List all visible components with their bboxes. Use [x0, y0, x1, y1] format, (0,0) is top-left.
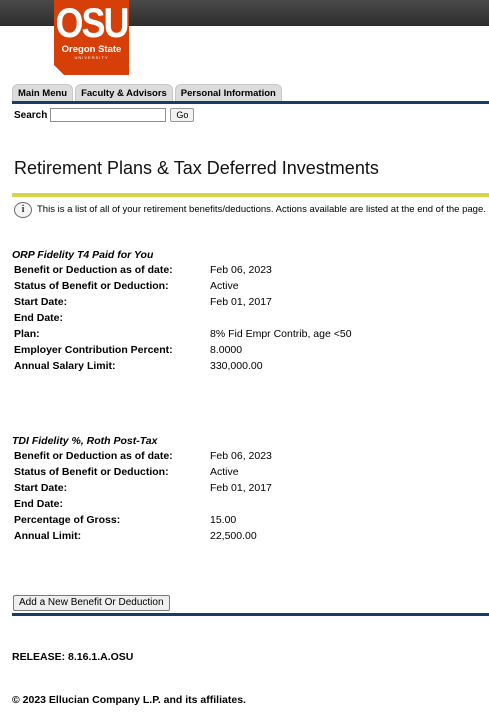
nav-divider	[12, 101, 489, 104]
field-label: End Date:	[14, 312, 64, 324]
plan-title: ORP Fidelity T4 Paid for You	[12, 249, 154, 261]
tab-personal-information[interactable]: Personal Information	[174, 84, 282, 102]
plan-title: TDI Fidelity %, Roth Post-Tax	[12, 435, 158, 447]
search-input[interactable]	[50, 108, 167, 122]
plan-row: Percentage of Gross: 15.00	[12, 513, 236, 529]
field-label: End Date:	[14, 498, 64, 510]
field-label: Benefit or Deduction as of date:	[14, 450, 173, 462]
logo-mark: OSU	[55, 0, 129, 47]
field-value: 15.00	[210, 514, 237, 526]
add-benefit-button[interactable]: Add a New Benefit Or Deduction	[13, 595, 170, 611]
go-button[interactable]: Go	[170, 108, 195, 122]
footer-divider	[12, 613, 489, 616]
plan-row: Employer Contribution Percent: 8.0000	[12, 343, 242, 359]
field-value: 330,000.00	[210, 360, 263, 372]
field-label: Start Date:	[14, 296, 68, 308]
field-label: Employer Contribution Percent:	[14, 344, 173, 356]
page-title: Retirement Plans & Tax Deferred Investme…	[14, 158, 379, 178]
field-value: 22,500.00	[210, 530, 257, 542]
release-text: RELEASE: 8.16.1.A.OSU	[12, 651, 134, 663]
field-label: Benefit or Deduction as of date:	[14, 264, 173, 276]
field-value: Feb 06, 2023	[210, 450, 272, 462]
plan-row: Benefit or Deduction as of date: Feb 06, …	[12, 263, 272, 279]
plan-row: End Date:	[12, 311, 153, 327]
logo-name: Oregon State	[61, 44, 122, 55]
field-label: Start Date:	[14, 482, 68, 494]
field-value: Feb 01, 2017	[210, 296, 272, 308]
logo-fold	[54, 65, 64, 75]
field-value: 8% Fid Empr Contrib, age <50	[210, 328, 352, 340]
field-label: Annual Salary Limit:	[14, 360, 116, 372]
nav-tabs: Main Menu Faculty & Advisors Personal In…	[12, 84, 284, 102]
title-divider	[12, 193, 489, 197]
copyright-text: © 2023 Ellucian Company L.P. and its aff…	[12, 694, 246, 706]
plan-row: Start Date: Feb 01, 2017	[12, 481, 272, 497]
field-value: Active	[210, 280, 239, 292]
plan-row: Benefit or Deduction as of date: Feb 06, …	[12, 449, 272, 465]
field-label: Annual Limit:	[14, 530, 82, 542]
info-message: i This is a list of all of your retireme…	[14, 202, 489, 218]
tab-main-menu[interactable]: Main Menu	[12, 84, 74, 102]
field-value: 8.0000	[210, 344, 243, 356]
plan-tdi: TDI Fidelity %, Roth Post-Tax Benefit or…	[12, 434, 272, 545]
plan-row: Annual Salary Limit: 330,000.00	[12, 359, 263, 375]
plan-row: Start Date: Feb 01, 2017	[12, 295, 272, 311]
info-text: This is a list of all of your retirement…	[37, 204, 486, 215]
plan-orp: ORP Fidelity T4 Paid for You Benefit or …	[12, 248, 352, 375]
plan-row: Plan: 8% Fid Empr Contrib, age <50	[12, 327, 352, 343]
info-icon: i	[14, 202, 32, 218]
field-label: Plan:	[14, 328, 40, 340]
field-label: Percentage of Gross:	[14, 514, 121, 526]
plan-row: Status of Benefit or Deduction: Active	[12, 465, 239, 481]
field-label: Status of Benefit or Deduction:	[14, 280, 169, 292]
plan-row: End Date:	[12, 497, 157, 513]
field-value: Active	[210, 466, 239, 478]
search-bar: Search Go	[14, 107, 195, 123]
logo-sub: UNIVERSITY	[74, 55, 109, 60]
tab-faculty-advisors[interactable]: Faculty & Advisors	[75, 84, 173, 102]
plan-row: Status of Benefit or Deduction: Active	[12, 279, 239, 295]
plan-row: Annual Limit: 22,500.00	[12, 529, 257, 545]
field-value: Feb 06, 2023	[210, 264, 272, 276]
osu-logo[interactable]: OSU Oregon State UNIVERSITY	[54, 0, 130, 75]
field-label: Status of Benefit or Deduction:	[14, 466, 169, 478]
search-label: Search	[14, 109, 48, 121]
field-value: Feb 01, 2017	[210, 482, 272, 494]
